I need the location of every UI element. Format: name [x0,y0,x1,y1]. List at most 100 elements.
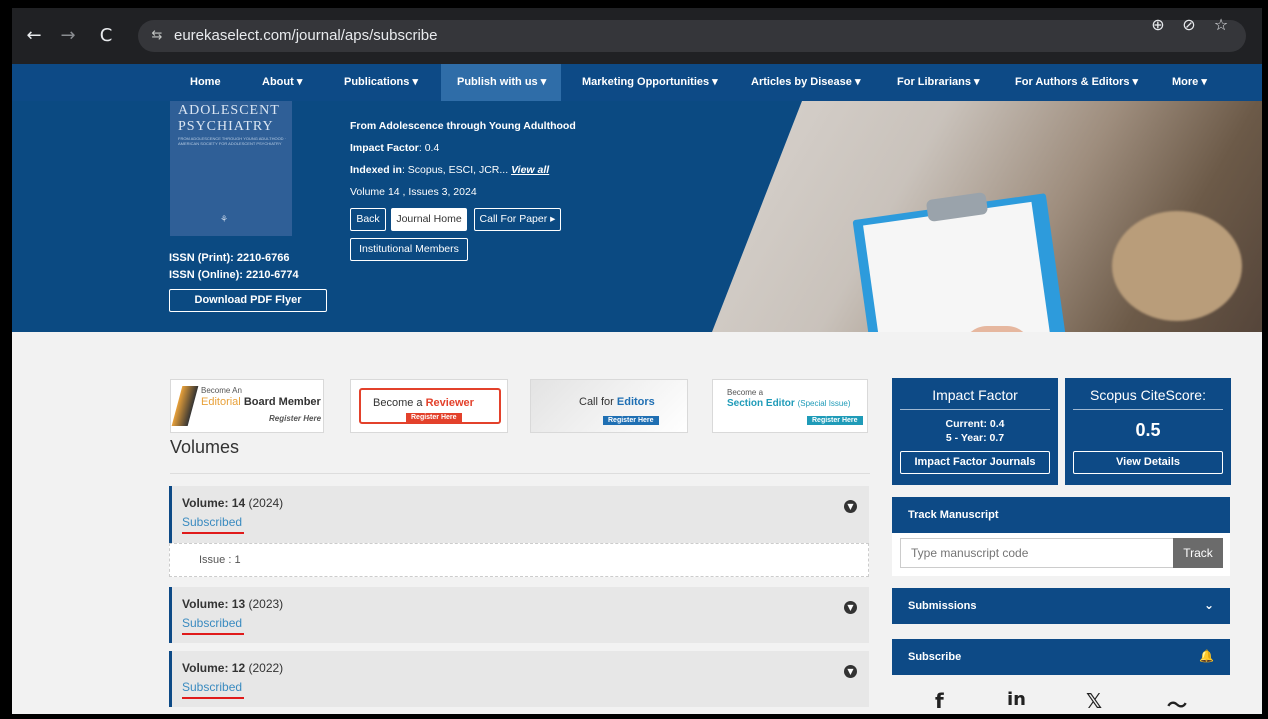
section-paren: (Special Issue) [797,399,851,408]
scopus-title: Scopus CiteScore: [1090,387,1206,403]
reload-icon[interactable]: C [94,24,118,48]
zoom-icon[interactable]: ⊕ [1147,14,1169,36]
manuscript-code-input[interactable] [900,538,1173,568]
subscribed-link[interactable]: Subscribed [182,616,242,630]
section-editor-banner[interactable]: Become a Section Editor (Special Issue) … [712,379,868,433]
call-for-editors-banner[interactable]: Call for Editors Register Here [530,379,688,433]
editors-text: Call for [579,396,614,408]
issn-online: ISSN (Online): 2210-6774 [169,269,299,281]
editorial-decor-icon [171,386,199,426]
red-underline [182,532,244,534]
issue-row[interactable]: Issue : 1 [169,543,869,577]
reviewer-banner[interactable]: Become a Reviewer Register Here [350,379,508,433]
scopus-card: Scopus CiteScore: 0.5 View Details [1065,378,1231,485]
impact-5yr: 5 - Year: 0.7 [945,432,1005,444]
reviewer-bold: Reviewer [425,397,474,409]
subscribed-link[interactable]: Subscribed [182,680,242,694]
institutional-members-button[interactable]: Institutional Members [350,238,468,261]
volume-row-12[interactable]: Volume: 12 (2022) Subscribed ▼ [169,651,869,707]
download-flyer-button[interactable]: Download PDF Flyer [169,289,327,312]
nav-for-authors[interactable]: For Authors & Editors ▾ [1009,64,1144,101]
x-twitter-icon[interactable]: 𝕏 [1086,689,1102,713]
editorial-word: Editorial [201,396,241,408]
impact-factor-journals-button[interactable]: Impact Factor Journals [900,451,1050,474]
facebook-icon[interactable]: f [935,689,944,713]
nav-publications[interactable]: Publications ▾ [338,64,424,101]
journal-home-button[interactable]: Journal Home [391,208,467,231]
nav-home[interactable]: Home [184,64,227,101]
publisher-logo-icon: ⚘ [220,214,229,224]
editors-register: Register Here [603,416,659,425]
section-bold: Section Editor [727,398,795,409]
view-details-button[interactable]: View Details [1073,451,1223,474]
address-bar[interactable]: ⇆ eurekaselect.com/journal/aps/subscribe [138,20,1246,52]
volume-row-14[interactable]: Volume: 14 (2024) Subscribed ▼ [169,486,869,543]
view-all-link[interactable]: View all [511,164,549,176]
editorial-board-word: Board Member [243,396,321,408]
volume-info: Volume 14 , Issues 3, 2024 [350,186,477,198]
back-button[interactable]: Back [350,208,386,231]
chevron-down-icon[interactable]: ▼ [844,601,857,614]
reviewer-text: Become a [373,397,423,409]
hero-photo-paper [863,201,1051,332]
journal-subtitle: From Adolescence through Young Adulthood [350,120,576,132]
issue-label: Issue : 1 [199,554,241,566]
track-button[interactable]: Track [1173,538,1223,568]
card-divider [1073,409,1223,410]
forward-icon[interactable]: → [56,24,80,48]
editorial-board-banner[interactable]: Become An Editorial Board Member Registe… [170,379,324,433]
url-text[interactable]: eurekaselect.com/journal/aps/subscribe [174,27,437,45]
nav-articles-by-disease[interactable]: Articles by Disease ▾ [745,64,866,101]
impact-current: Current: 0.4 [945,418,1005,430]
linkedin-icon[interactable]: in [1007,689,1026,710]
rss-icon[interactable]: 〜 [1167,689,1187,714]
submissions-header[interactable]: Submissions ⌄ [892,588,1230,624]
nav-marketing[interactable]: Marketing Opportunities ▾ [576,64,724,101]
nav-for-librarians[interactable]: For Librarians ▾ [891,64,986,101]
impact-factor-line: Impact Factor: 0.4 [350,142,440,154]
subscribed-link[interactable]: Subscribed [182,515,242,529]
nav-more[interactable]: More ▾ [1166,64,1213,101]
editorial-small: Become An [201,386,242,395]
impact-factor-card: Impact Factor Current: 0.4 5 - Year: 0.7… [892,378,1058,485]
track-manuscript-box: Track [892,533,1230,576]
red-underline [182,633,244,635]
site-settings-icon[interactable]: ⇆ [148,27,166,45]
tracking-protection-icon[interactable]: ⊘ [1178,14,1200,36]
nav-about[interactable]: About ▾ [256,64,308,101]
volume-year: (2024) [248,496,284,510]
volume-label: Volume: 14 [182,496,246,510]
red-underline [182,697,244,699]
screenshot-frame: ← → C ⇆ eurekaselect.com/journal/aps/sub… [0,0,1268,719]
nav-publish-with-us[interactable]: Publish with us ▾ [441,64,561,101]
browser-window: ← → C ⇆ eurekaselect.com/journal/aps/sub… [12,8,1262,714]
volume-year: (2023) [248,597,284,611]
subscribe-label: Subscribe [908,651,962,663]
chevron-down-icon[interactable]: ▼ [844,500,857,513]
editorial-register: Register Here [269,414,322,423]
issn-print: ISSN (Print): 2210-6766 [169,252,290,264]
cover-title-1: ADOLESCENT [178,103,280,118]
back-icon[interactable]: ← [22,24,46,48]
journal-hero: ADOLESCENT PSYCHIATRY FROM ADOLESCENCE T… [12,101,1262,332]
bookmark-star-icon[interactable]: ☆ [1210,14,1232,36]
call-for-paper-button[interactable]: Call For Paper ▸ [474,208,561,231]
section-register: Register Here [807,416,863,425]
indexed-line: Indexed in: Scopus, ESCI, JCR... View al… [350,164,550,176]
journal-cover[interactable]: ADOLESCENT PSYCHIATRY FROM ADOLESCENCE T… [170,101,292,236]
track-title: Track Manuscript [908,509,999,521]
cover-subtitle: FROM ADOLESCENCE THROUGH YOUNG ADULTHOOD… [178,136,287,146]
volume-row-13[interactable]: Volume: 13 (2023) Subscribed ▼ [169,587,869,643]
hero-photo-teddy [1112,211,1242,321]
chevron-down-icon[interactable]: ▼ [844,665,857,678]
reviewer-register: Register Here [406,413,462,422]
track-manuscript-header: Track Manuscript [892,497,1230,533]
volume-label: Volume: 12 [182,661,246,675]
volumes-divider [170,473,870,474]
editors-bold: Editors [616,396,655,408]
bell-icon: 🔔 [1199,649,1214,663]
card-divider [900,409,1050,410]
subscribe-header[interactable]: Subscribe 🔔 [892,639,1230,675]
cover-title-2: PSYCHIATRY [178,119,274,134]
volume-label: Volume: 13 [182,597,246,611]
